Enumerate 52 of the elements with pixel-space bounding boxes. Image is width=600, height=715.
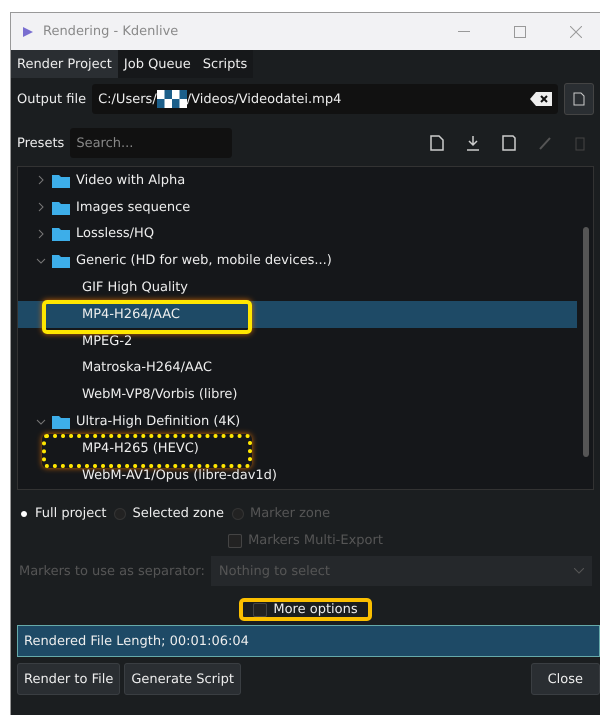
scrollbar[interactable] (583, 227, 589, 457)
preset-item[interactable]: MP4-H264/AAC (18, 300, 577, 328)
chevron-icon[interactable] (36, 416, 46, 427)
folder-icon (52, 172, 70, 188)
preset-folder[interactable]: Video with Alpha (18, 167, 577, 194)
action-button[interactable]: Generate Script (124, 663, 241, 695)
presets-label: Presets (17, 136, 64, 150)
censor-block (156, 90, 187, 108)
window-title: Rendering - Kdenlive (43, 24, 180, 39)
chevron-icon[interactable] (36, 202, 46, 212)
tab[interactable]: Job Queue (118, 50, 197, 78)
chevron-icon[interactable] (36, 256, 46, 266)
close-icon[interactable] (570, 26, 582, 38)
tab[interactable]: Render Project (11, 50, 118, 78)
folder-icon (52, 414, 70, 430)
chevron-icon (574, 568, 584, 574)
minimize-icon[interactable] (458, 30, 470, 32)
new-preset-icon[interactable] (430, 135, 444, 151)
preset-folder[interactable]: Ultra-High Definition (4K) (18, 408, 577, 435)
preset-item[interactable]: Matroska-H264/AAC (18, 354, 577, 382)
preset-item[interactable]: WebM-AV1/Opus (libre-dav1d) (18, 462, 577, 489)
tab[interactable]: Scripts (196, 50, 254, 78)
output-file-field[interactable]: C:/Users/ /Videos/Videodatei.mp4 (92, 84, 558, 114)
search-field[interactable]: Search... (70, 128, 232, 158)
folder-icon (52, 226, 70, 242)
rendered-length: Rendered File Length; 00:01:06:04 (17, 625, 600, 657)
chevron-icon[interactable] (36, 228, 46, 239)
file-icon (573, 92, 585, 106)
zone-radio[interactable]: Full project (19, 506, 106, 521)
preset-item[interactable]: GIF High Quality (18, 274, 577, 301)
preset-folder[interactable]: Lossless/HQ (18, 220, 577, 248)
preset-item[interactable]: MP4-H265 (HEVC) (18, 434, 577, 462)
chevron-icon[interactable] (36, 175, 46, 186)
more-options-checkbox[interactable]: More options (239, 598, 372, 621)
zone-radio[interactable]: Selected zone (114, 506, 224, 521)
close-button[interactable]: Close (530, 663, 600, 695)
preset-folder[interactable]: Generic (HD for web, mobile devices...) (18, 247, 577, 274)
separator-label: Markers to use as separator: (19, 564, 205, 578)
preset-item[interactable]: MPEG-2 (18, 328, 577, 355)
output-label: Output file (17, 92, 86, 106)
save-icon[interactable] (502, 135, 516, 151)
edit-icon[interactable] (538, 135, 552, 151)
browse-button[interactable] (564, 83, 594, 115)
maximize-icon[interactable] (514, 26, 526, 38)
preset-folder[interactable]: Images sequence (18, 194, 577, 221)
preset-item[interactable]: WebM-VP8/Vorbis (libre) (18, 381, 577, 408)
action-button[interactable]: Render to File (17, 663, 120, 695)
folder-icon (52, 200, 70, 215)
folder-icon (52, 253, 70, 268)
clear-icon[interactable] (530, 92, 552, 106)
app-icon (21, 24, 35, 38)
download-icon[interactable] (466, 135, 480, 151)
